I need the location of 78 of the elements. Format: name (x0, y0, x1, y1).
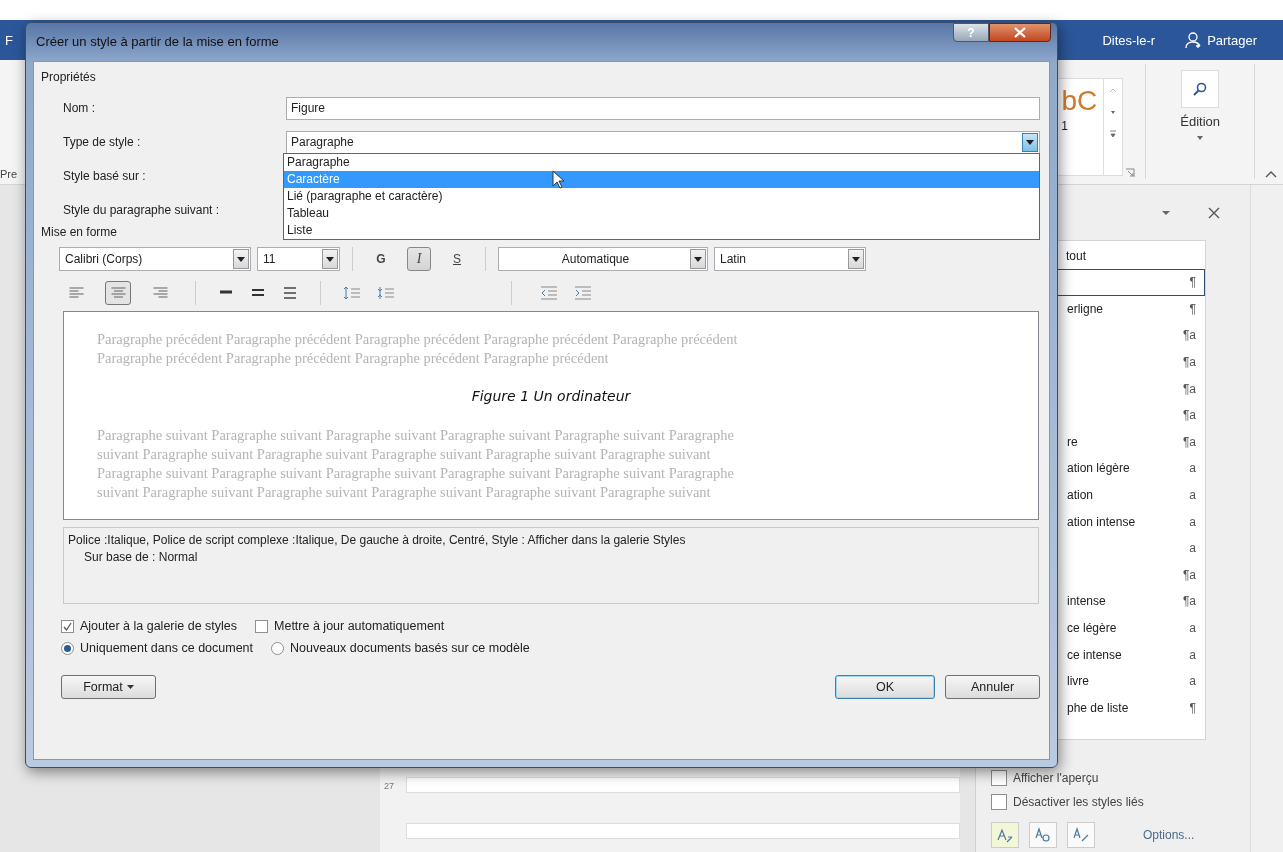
line-spacing-icon[interactable] (250, 287, 266, 299)
format-toggle[interactable]: S (445, 247, 469, 271)
section-label: Mise en forme (41, 225, 118, 239)
preview-text-line: Paragraphe précédent Paragraphe précédent Paragraphe précédent Paragraphe précédent (97, 349, 610, 368)
radio-button[interactable] (271, 641, 285, 655)
style-inspector-button[interactable] (1029, 822, 1057, 848)
ribbon-tab-label[interactable]: Pre (0, 168, 18, 180)
new-style-icon (996, 826, 1014, 844)
align-left-icon (68, 287, 84, 299)
checkbox[interactable] (61, 619, 74, 633)
radio-label: Nouveaux documents basés sur ce modèle (290, 641, 530, 655)
decrease-indent-icon[interactable] (540, 286, 558, 300)
ok-button[interactable]: OK (835, 675, 935, 699)
options-link[interactable]: Options... (1143, 828, 1195, 842)
manage-styles-button[interactable] (1067, 822, 1095, 848)
preview-text-line: Paragraphe précédent Paragraphe précédent Paragraphe précédent Paragraphe précédent Paragraphe précédent (97, 330, 739, 349)
format-toggle[interactable]: G (369, 247, 393, 271)
caret-icon (1196, 135, 1205, 141)
field-label: Nom : (62, 101, 96, 115)
align-center-icon (110, 287, 126, 299)
increase-indent-icon[interactable] (574, 286, 592, 300)
scrollbar[interactable] (1250, 185, 1283, 852)
caret-icon[interactable] (1160, 208, 1172, 217)
field-label: Style basé sur : (62, 169, 147, 183)
collapse-ribbon-icon[interactable] (1265, 170, 1277, 178)
font-color-dropdown[interactable]: Automatique (498, 247, 708, 271)
format-toggle[interactable]: I (407, 247, 431, 271)
dropdown-option[interactable]: Tableau (284, 204, 1039, 222)
preview-text-line: Paragraphe suivant Paragraphe suivant Paragraphe suivant Paragraphe suivant Paragraphe suivant Paragraphe (97, 426, 735, 445)
radio-label: Uniquement dans ce document (80, 641, 254, 655)
double-spacing-icon[interactable] (282, 287, 298, 299)
style-preview: bC (1061, 85, 1098, 117)
checkbox[interactable] (991, 770, 1007, 786)
font-size-dropdown[interactable]: 11 (257, 247, 340, 271)
ruler-number: 27 (383, 780, 395, 793)
name-field[interactable]: Figure (286, 96, 1040, 120)
caret-icon (126, 685, 134, 689)
checkbox-label: Mettre à jour automatiquement (274, 619, 445, 633)
dropdown-option[interactable]: Lié (paragraphe et caractère) (284, 187, 1039, 205)
close-button[interactable] (989, 23, 1051, 42)
new-style-button[interactable] (991, 822, 1019, 848)
preview-text-line: Paragraphe suivant Paragraphe suivant Paragraphe suivant Paragraphe suivant Paragraphe suivant Paragraphe (97, 464, 735, 483)
dialog-title: Créer un style à partir de la mise en forme (36, 34, 279, 49)
dialog-launcher-icon[interactable] (1125, 168, 1136, 178)
close-icon (1014, 27, 1026, 38)
style-inspector-icon (1034, 826, 1052, 844)
dropdown-option[interactable]: Liste (284, 221, 1039, 239)
preview-text-line: suivant Paragraphe suivant Paragraphe suivant Paragraphe suivant Paragraphe suivant Paragraphe suivant (97, 445, 712, 464)
mouse-pointer-icon (552, 169, 566, 190)
decrease-spacing-icon[interactable] (377, 286, 395, 300)
section-label: Propriétés (41, 70, 96, 84)
style-description: Police :Italique, Police de script complexe :Italique, De gauche à droite, Centré, Style : Afficher dans la galerie Styles (68, 532, 687, 549)
style-number: 1 (1060, 119, 1068, 133)
alignment-button[interactable] (105, 281, 131, 305)
tell-me-field[interactable]: Dites-le-r (1102, 32, 1156, 48)
search-icon (1192, 81, 1209, 97)
format-button[interactable]: Format (61, 675, 156, 699)
checkbox-label: Ajouter à la galerie de styles (80, 619, 238, 633)
style-type-dropdown[interactable]: Paragraphe (286, 130, 1040, 154)
increase-spacing-icon[interactable] (343, 286, 361, 300)
manage-styles-icon (1072, 826, 1090, 844)
radio-button[interactable] (61, 641, 74, 655)
field-label: Type de style : (62, 135, 142, 149)
share-button[interactable]: Partager (1185, 31, 1257, 49)
align-right-icon (152, 287, 168, 299)
checkbox[interactable] (255, 619, 269, 633)
close-icon[interactable] (1208, 206, 1220, 219)
sample-caption: Figure 1 Un ordinateur (470, 387, 632, 406)
script-dropdown[interactable]: Latin (714, 247, 866, 271)
checkbox-label: Afficher l'aperçu (1013, 771, 1099, 785)
font-dropdown[interactable]: Calibri (Corps) (59, 247, 251, 271)
checkbox[interactable] (991, 794, 1007, 810)
cancel-button[interactable]: Annuler (945, 675, 1040, 699)
style-description: Sur base de : Normal (83, 549, 199, 566)
preview-text-line: suivant Paragraphe suivant Paragraphe suivant Paragraphe suivant Paragraphe suivant Paragraphe suivant (97, 483, 712, 502)
checkbox-label: Désactiver les styles liés (1013, 795, 1144, 809)
app-title: F (4, 32, 13, 48)
field-label: Style du paragraphe suivant : (62, 203, 221, 217)
